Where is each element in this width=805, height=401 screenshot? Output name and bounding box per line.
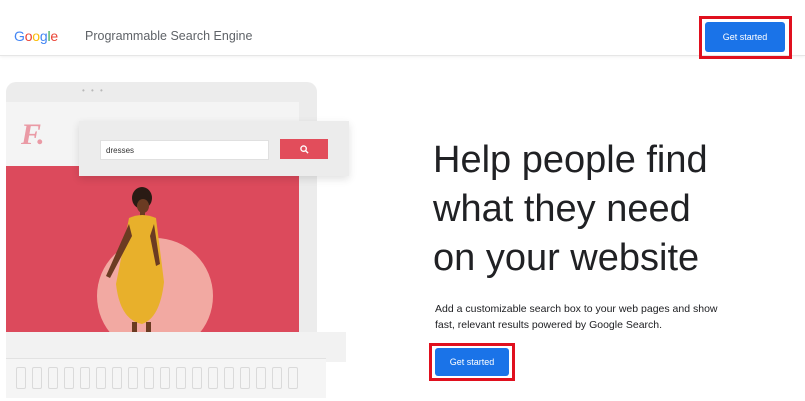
keyboard-illustration [6,358,326,398]
camera-dots: • • • [82,86,105,95]
google-logo[interactable]: Google [14,28,58,44]
logo-letter: o [32,28,40,44]
illustration-search-input[interactable] [100,140,269,160]
top-nav-bar: Google Programmable Search Engine [0,0,805,56]
illustration-search-button[interactable] [280,139,328,159]
headline-line: on your website [433,237,700,279]
brand-mark-text: F. [21,118,45,151]
get-started-button-main[interactable]: Get started [435,348,509,376]
woman-figure-image [106,187,164,334]
hero-description: Add a customizable search box to your we… [435,303,718,331]
headline-line: Help people find [433,139,708,181]
logo-letter: e [50,28,58,44]
search-icon [299,144,309,154]
get-started-button-header[interactable]: Get started [705,22,785,52]
hero-headline: Help people find what they need on your … [433,136,773,283]
logo-letter: G [14,28,25,44]
headline-line: what they need [433,188,691,230]
product-name: Programmable Search Engine [85,29,253,43]
